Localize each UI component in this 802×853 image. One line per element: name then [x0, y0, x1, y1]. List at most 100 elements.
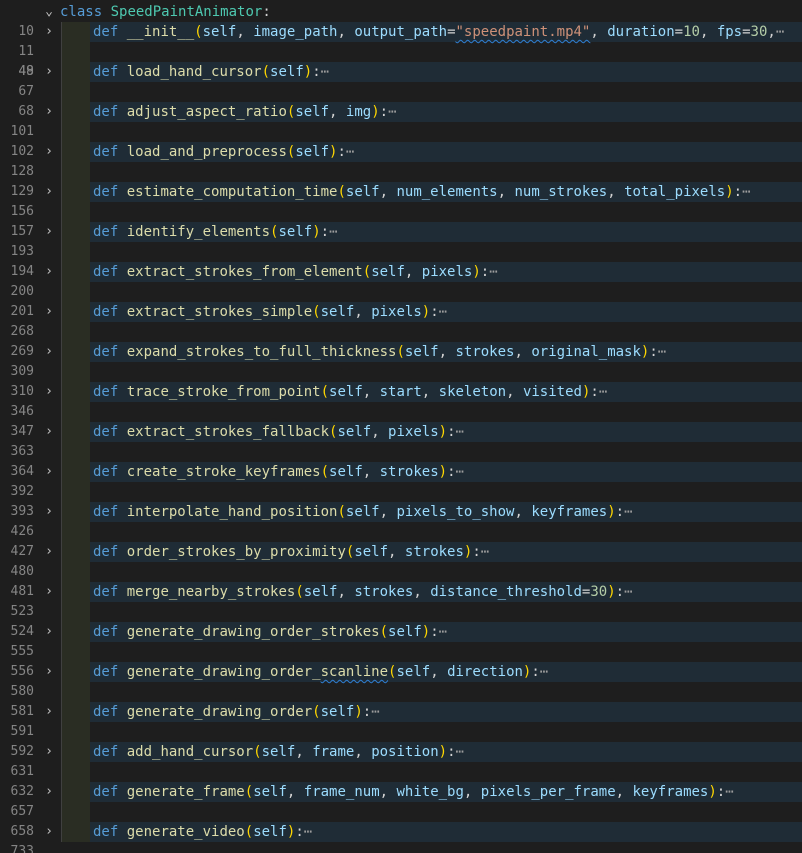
code-line-init[interactable]: 11 › def __init__(self, image_path, outp… — [0, 22, 802, 59]
fold-ellipsis-icon[interactable]: ⋯ — [371, 704, 379, 720]
fold-ellipsis-icon[interactable]: ⋯ — [658, 344, 666, 360]
code-line-method[interactable]: 310 › def trace_stroke_from_point(self, st… — [0, 382, 802, 402]
code-line-method[interactable]: 556 › def generate_drawing_order_scanline(… — [0, 662, 802, 682]
code-editor[interactable]: 10 ⌄ class SpeedPaintAnimator: 11 › def … — [0, 0, 802, 853]
code-line-method[interactable]: 269 › def expand_strokes_to_full_thickness… — [0, 342, 802, 362]
code-line-method[interactable]: 581 › def generate_drawing_order(self):⋯ — [0, 702, 802, 722]
code-line-blank[interactable]: 555 — [0, 642, 802, 662]
method-name: load_and_preprocess — [126, 144, 287, 160]
code-line-method[interactable]: 201 › def extract_strokes_simple(self, pix… — [0, 302, 802, 322]
fold-ellipsis-icon[interactable]: ⋯ — [624, 584, 632, 600]
fold-ellipsis-icon[interactable]: ⋯ — [456, 744, 464, 760]
fold-ellipsis-icon[interactable]: ⋯ — [304, 824, 312, 840]
code-line-method[interactable]: 524 › def generate_drawing_order_strokes(s… — [0, 622, 802, 642]
code-line-blank[interactable]: 426 — [0, 522, 802, 542]
fold-ellipsis-icon[interactable]: ⋯ — [599, 384, 607, 400]
fold-collapsed-icon[interactable]: › — [41, 502, 57, 522]
fold-collapsed-icon[interactable]: › — [41, 302, 57, 322]
code-line-method[interactable]: 658 › def generate_video(self):⋯ — [0, 822, 802, 842]
indent-whitespace-highlight — [62, 362, 90, 382]
fold-ellipsis-icon[interactable]: ⋯ — [321, 64, 329, 80]
colon: : — [312, 64, 321, 80]
fold-collapsed-icon[interactable]: › — [41, 182, 57, 202]
code-line-method[interactable]: 49 › def load_hand_cursor(self):⋯ — [0, 62, 802, 82]
fold-ellipsis-icon[interactable]: ⋯ — [489, 264, 497, 280]
code-line-method[interactable]: 632 › def generate_frame(self, frame_num, … — [0, 782, 802, 802]
code-line-blank[interactable]: 156 — [0, 202, 802, 222]
fold-ellipsis-icon[interactable]: ⋯ — [776, 24, 784, 40]
indent-whitespace-highlight — [62, 422, 90, 442]
code-line-method[interactable]: 194 › def extract_strokes_from_element(sel… — [0, 262, 802, 282]
code-line-blank[interactable]: 363 — [0, 442, 802, 462]
code-line-method[interactable]: 347 › def extract_strokes_fallback(self, p… — [0, 422, 802, 442]
code-line-blank[interactable]: 392 — [0, 482, 802, 502]
code-line-class[interactable]: 10 ⌄ class SpeedPaintAnimator: — [0, 2, 802, 39]
code-line-method[interactable]: 481 › def merge_nearby_strokes(self, strok… — [0, 582, 802, 602]
fold-collapsed-icon[interactable]: › — [41, 822, 57, 842]
fold-collapsed-icon[interactable]: › — [41, 422, 57, 442]
code-line-blank[interactable]: 48 — [0, 42, 802, 79]
code-line-blank[interactable]: 733 — [0, 842, 802, 853]
code-line-blank[interactable]: 101 — [0, 122, 802, 142]
fold-ellipsis-icon[interactable]: ⋯ — [624, 504, 632, 520]
fold-collapsed-icon[interactable]: › — [41, 262, 57, 282]
fold-collapsed-icon[interactable]: › — [41, 782, 57, 802]
fold-ellipsis-icon[interactable]: ⋯ — [481, 544, 489, 560]
fold-collapsed-icon[interactable]: › — [41, 702, 57, 722]
code-line-method[interactable]: 427 › def order_strokes_by_proximity(self,… — [0, 542, 802, 562]
code-line-blank[interactable]: 480 — [0, 562, 802, 582]
fold-collapsed-icon[interactable]: › — [41, 102, 57, 122]
param-name: self — [253, 784, 287, 800]
fold-ellipsis-icon[interactable]: ⋯ — [456, 464, 464, 480]
fold-ellipsis-icon[interactable]: ⋯ — [725, 784, 733, 800]
fold-collapsed-icon[interactable]: › — [41, 742, 57, 762]
fold-ellipsis-icon[interactable]: ⋯ — [439, 304, 447, 320]
code-line-method[interactable]: 592 › def add_hand_cursor(self, frame, pos… — [0, 742, 802, 762]
fold-collapsed-icon[interactable]: › — [41, 382, 57, 402]
code-line-blank[interactable]: 128 — [0, 162, 802, 182]
code-line-method[interactable]: 364 › def create_stroke_keyframes(self, st… — [0, 462, 802, 482]
fold-collapsed-icon[interactable]: › — [41, 342, 57, 362]
fold-collapsed-icon[interactable]: › — [41, 662, 57, 682]
open-paren: ( — [362, 264, 372, 280]
code-line-method[interactable]: 157 › def identify_elements(self):⋯ — [0, 222, 802, 242]
method-signature: def generate_video(self):⋯ — [93, 822, 312, 842]
code-line-blank[interactable]: 268 — [0, 322, 802, 342]
code-line-blank[interactable]: 193 — [0, 242, 802, 262]
code-line-blank[interactable]: 580 — [0, 682, 802, 702]
code-line-blank[interactable]: 591 — [0, 722, 802, 742]
code-line-blank[interactable]: 200 — [0, 282, 802, 302]
code-line-method[interactable]: 68 › def adjust_aspect_ratio(self, img):⋯ — [0, 102, 802, 122]
fold-collapsed-icon[interactable]: › — [41, 582, 57, 602]
fold-ellipsis-icon[interactable]: ⋯ — [346, 144, 354, 160]
fold-ellipsis-icon[interactable]: ⋯ — [540, 664, 548, 680]
fold-collapsed-icon[interactable]: › — [41, 22, 57, 42]
fold-ellipsis-icon[interactable]: ⋯ — [329, 224, 337, 240]
fold-collapsed-icon[interactable]: › — [41, 222, 57, 242]
code-line-method[interactable]: 393 › def interpolate_hand_position(self, … — [0, 502, 802, 522]
method-signature: def adjust_aspect_ratio(self, img):⋯ — [93, 104, 397, 120]
fold-collapsed-icon[interactable]: › — [41, 622, 57, 642]
colon: : — [472, 544, 481, 560]
code-line-blank[interactable]: 523 — [0, 602, 802, 622]
param-name: white_bg — [396, 784, 464, 800]
fold-expanded-icon[interactable]: ⌄ — [41, 2, 57, 22]
indent-whitespace-highlight — [62, 42, 90, 62]
code-line-blank[interactable]: 67 — [0, 82, 802, 102]
line-number: 310 — [10, 384, 34, 399]
fold-ellipsis-icon[interactable]: ⋯ — [456, 424, 464, 440]
fold-collapsed-icon[interactable]: › — [41, 62, 57, 82]
fold-ellipsis-icon[interactable]: ⋯ — [388, 104, 396, 120]
code-line-method[interactable]: 102 › def load_and_preprocess(self):⋯ — [0, 142, 802, 162]
code-line-blank[interactable]: 631 — [0, 762, 802, 782]
fold-ellipsis-icon[interactable]: ⋯ — [742, 184, 750, 200]
code-line-blank[interactable]: 657 — [0, 802, 802, 822]
line-number: 201 — [10, 304, 34, 319]
fold-collapsed-icon[interactable]: › — [41, 142, 57, 162]
code-line-blank[interactable]: 309 — [0, 362, 802, 382]
fold-collapsed-icon[interactable]: › — [41, 542, 57, 562]
code-line-blank[interactable]: 346 — [0, 402, 802, 422]
code-line-method[interactable]: 129 › def estimate_computation_time(self, … — [0, 182, 802, 202]
fold-collapsed-icon[interactable]: › — [41, 462, 57, 482]
fold-ellipsis-icon[interactable]: ⋯ — [439, 624, 447, 640]
